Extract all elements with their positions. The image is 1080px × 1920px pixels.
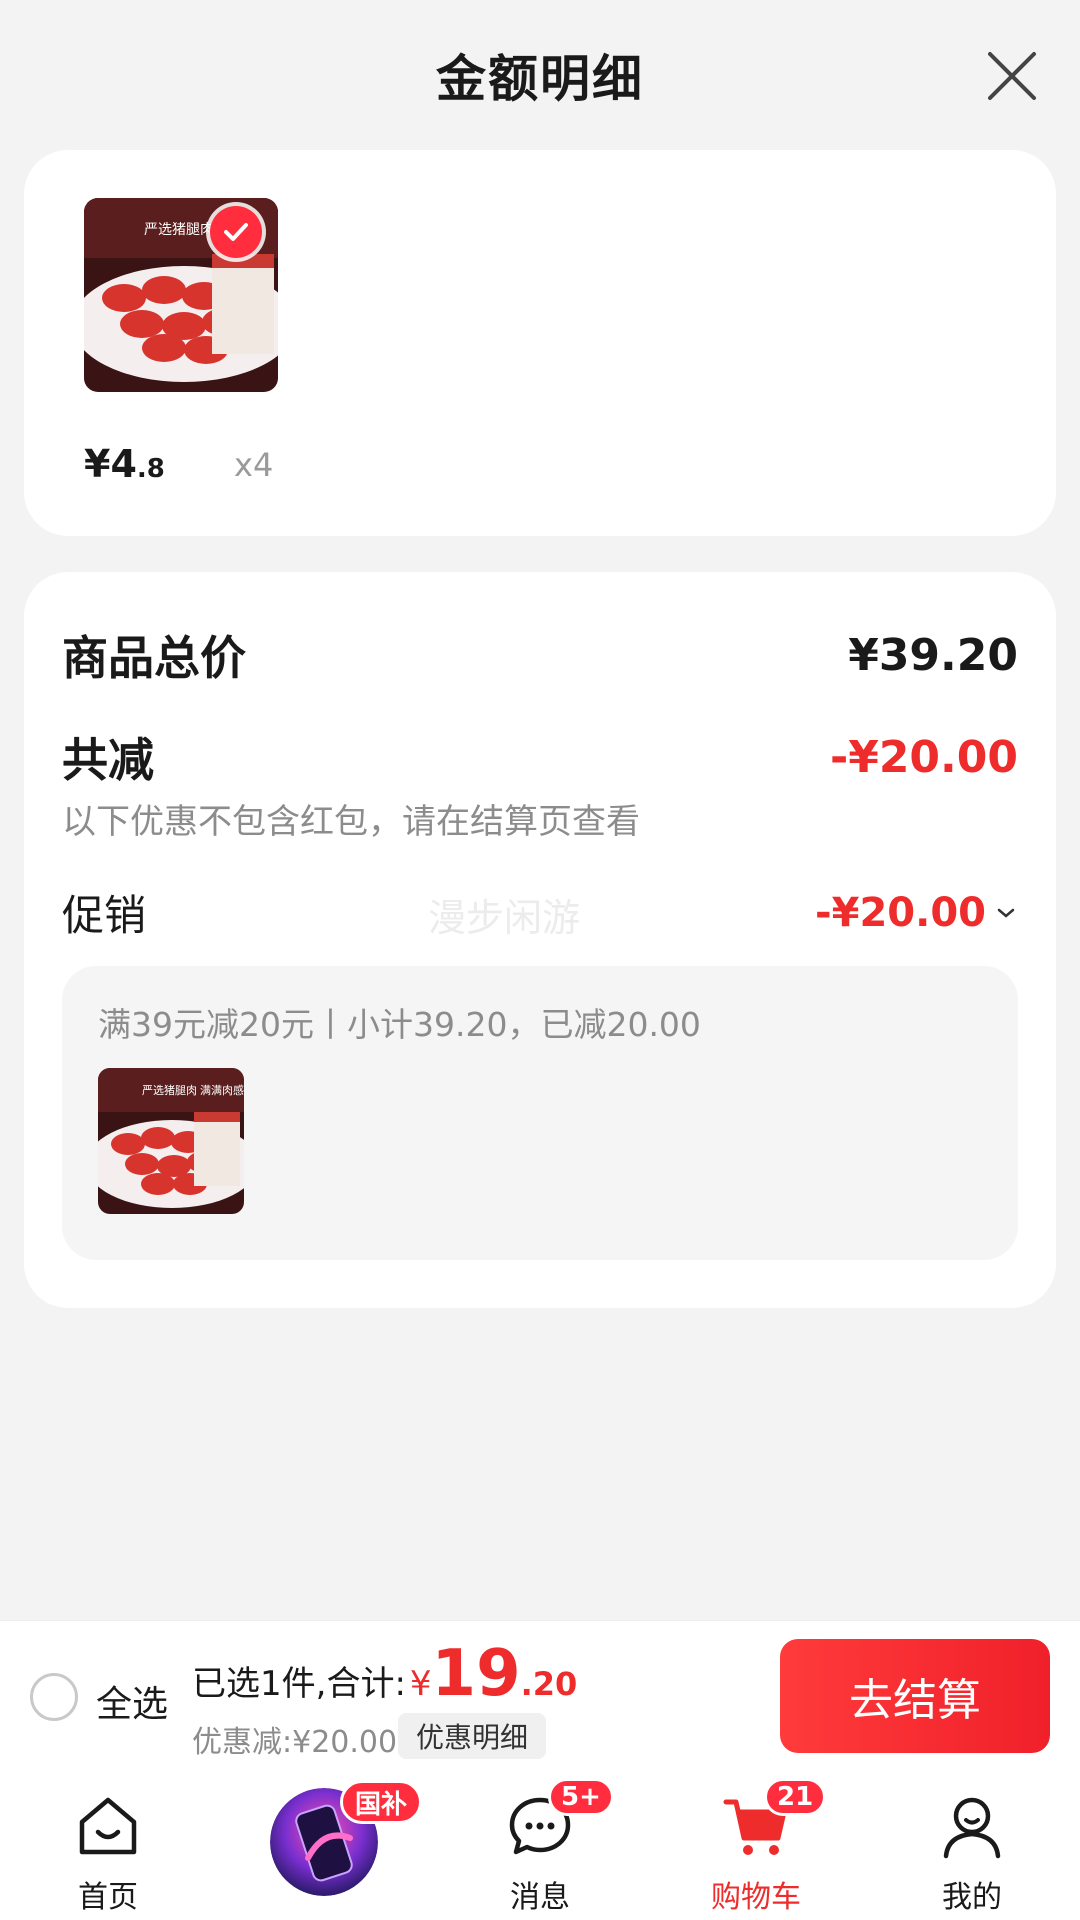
page-title: 金额明细 — [436, 50, 644, 108]
cart-icon: 21 — [720, 1778, 827, 1862]
tab-profile-label: 我的 — [942, 1880, 1002, 1915]
product-price: ¥4.8 — [84, 442, 165, 486]
checkout-button[interactable]: 去结算 — [780, 1639, 1050, 1753]
home-icon — [72, 1790, 144, 1862]
chevron-down-icon[interactable] — [994, 901, 1018, 925]
promotion-amount: -¥20.00 — [815, 889, 986, 936]
discount-summary: 优惠减:¥20.00 — [192, 1725, 398, 1760]
thumb-caption: 严选猪腿肉 — [144, 222, 214, 238]
select-all-label[interactable]: 全选 — [96, 1675, 168, 1727]
tab-cart-label: 购物车 — [711, 1880, 801, 1915]
promo-thumb-line2: 满满肉感 — [200, 1084, 244, 1097]
selected-count-text: 已选1件,合计: — [192, 1664, 406, 1704]
tab-cart[interactable]: 21 购物车 — [648, 1770, 864, 1920]
cart-badge: 21 — [764, 1778, 827, 1816]
promo-thumb-caption: 严选猪腿肉 满满肉感 — [142, 1084, 244, 1097]
total-row: 商品总价 ¥39.20 — [62, 622, 1018, 688]
tab-profile[interactable]: 我的 — [864, 1770, 1080, 1920]
discount-detail-button[interactable]: 优惠明细 — [398, 1713, 547, 1759]
promotion-product-image[interactable]: 严选猪腿肉 满满肉感 — [98, 1068, 244, 1214]
total-amount-frac: .20 — [520, 1665, 578, 1703]
product-card: 严选猪腿肉 ¥4.8 x4 — [24, 150, 1056, 536]
promo-thumb-line1: 严选猪腿肉 — [142, 1084, 197, 1097]
sheet-header: 金额明细 — [0, 0, 1080, 150]
promotion-row[interactable]: 促销 -¥20.00 — [62, 882, 1018, 943]
checkout-bar: 全选 已选1件,合计: ¥ 19 .20 优惠减:¥20.00 优惠明细 去结算 — [0, 1620, 1080, 1770]
profile-icon — [936, 1790, 1008, 1862]
total-label: 商品总价 — [62, 631, 246, 685]
select-all-radio[interactable] — [30, 1673, 78, 1721]
price-summary-card: 商品总价 ¥39.20 共减 -¥20.00 以下优惠不包含红包，请在结算页查看… — [24, 572, 1056, 1308]
close-icon[interactable] — [986, 50, 1038, 102]
product-price-frac: .8 — [136, 454, 165, 484]
close-button[interactable] — [982, 46, 1042, 106]
promotion-value[interactable]: -¥20.00 — [815, 890, 1018, 936]
discount-note: 以下优惠不包含红包，请在结算页查看 — [62, 802, 640, 842]
tab-home-label: 首页 — [78, 1880, 138, 1915]
amount-detail-sheet: 金额明细 严选猪腿肉 ¥4.8 x4 商品总价 ¥39.20 共减 -¥20.0… — [0, 0, 1080, 1620]
product-price-int: ¥4 — [84, 442, 137, 486]
total-line: 已选1件,合计: ¥ 19 .20 — [192, 1637, 577, 1711]
total-currency: ¥ — [409, 1664, 432, 1704]
tab-messages-label: 消息 — [510, 1880, 570, 1915]
discount-label: 共减 — [62, 733, 154, 787]
discount-value: -¥20.00 — [829, 731, 1018, 783]
messages-badge: 5+ — [548, 1778, 614, 1816]
promotion-detail-box: 满39元减20元丨小计39.20，已减20.00 严选猪腿肉 满满肉感 — [62, 966, 1018, 1260]
promotion-description: 满39元减20元丨小计39.20，已减20.00 — [98, 1005, 701, 1044]
promotion-label: 促销 — [62, 891, 147, 940]
tab-home[interactable]: 首页 — [0, 1770, 216, 1920]
discount-row: 共减 -¥20.00 — [62, 724, 1018, 790]
selected-check-icon[interactable] — [210, 206, 262, 258]
subsidy-badge: 国补 — [340, 1780, 423, 1824]
bottom-tab-bar: 首页 国补 5+ 消息 21 购物车 我的 — [0, 1770, 1080, 1920]
total-amount-int: 19 — [431, 1637, 521, 1711]
product-quantity: x4 — [234, 446, 274, 484]
total-value: ¥39.20 — [848, 629, 1018, 681]
message-icon: 5+ — [504, 1778, 614, 1862]
tab-messages[interactable]: 5+ 消息 — [432, 1770, 648, 1920]
